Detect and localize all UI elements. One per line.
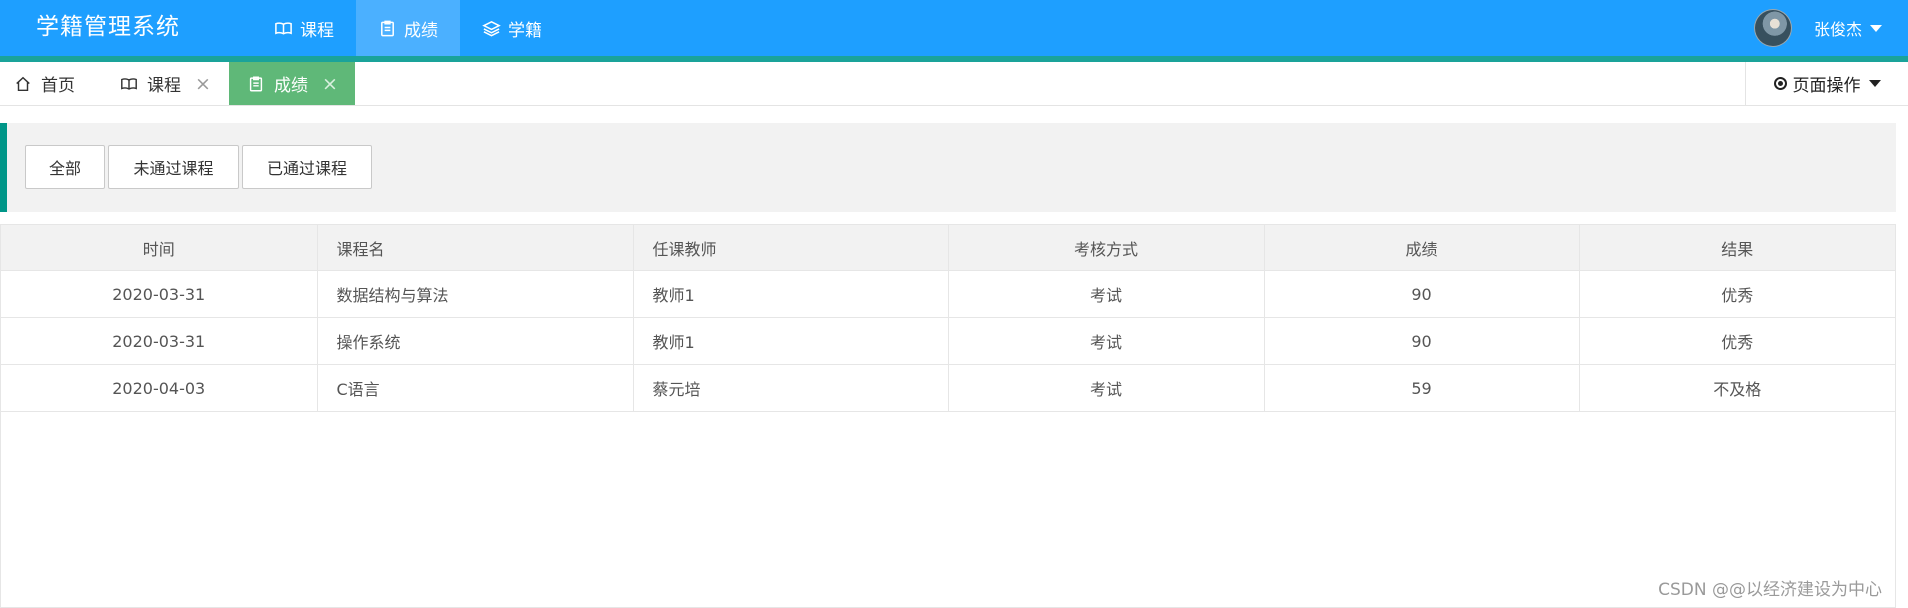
caret-down-icon [1868,80,1881,87]
cell-score: 59 [1264,364,1580,412]
cell-result: 不及格 [1579,364,1895,412]
cell-score: 90 [1264,270,1580,318]
cell-exam-method: 考试 [948,364,1265,412]
tab-grades[interactable]: 成绩 × [229,62,355,105]
filter-panel: 全部 未通过课程 已通过课程 [0,123,1896,212]
app-title: 学籍管理系统 [36,14,180,40]
page-operations-menu[interactable]: 页面操作 [1745,62,1908,105]
column-header-course[interactable]: 课程名 [317,225,634,271]
nav-item-course-label: 课程 [300,20,334,41]
filter-failed-button[interactable]: 未通过课程 [108,145,239,189]
avatar[interactable] [1753,9,1792,47]
nav-item-course[interactable]: 课程 [252,0,356,56]
tab-grades-label: 成绩 [274,76,308,96]
book-icon [275,21,292,35]
close-icon[interactable]: × [322,73,338,95]
cell-teacher: 教师1 [633,317,949,365]
cell-exam-method: 考试 [948,270,1265,318]
cell-score: 90 [1264,317,1580,365]
chevron-down-icon[interactable] [1870,24,1882,32]
cell-teacher: 教师1 [633,270,949,318]
layers-icon [482,20,501,36]
cell-time: 2020-04-03 [1,364,318,412]
clipboard-icon [381,20,394,36]
cell-result: 优秀 [1579,270,1895,318]
cell-teacher: 蔡元培 [633,364,949,412]
cell-course: 操作系统 [317,317,634,365]
cell-time: 2020-03-31 [1,317,318,365]
top-nav: 课程 成绩 学籍 [252,0,564,56]
top-header: 学籍管理系统 课程 成绩 学籍 张俊杰 [0,0,1908,56]
column-header-exam-method[interactable]: 考核方式 [948,225,1265,271]
cell-course: 数据结构与算法 [317,270,634,318]
user-menu[interactable]: 张俊杰 [1753,0,1882,56]
grades-table: 时间 课程名 任课教师 考核方式 成绩 结果 2020-03-31 数据结构与算… [0,224,1896,608]
cell-exam-method: 考试 [948,317,1265,365]
table-header-row: 时间 课程名 任课教师 考核方式 成绩 结果 [1,225,1895,271]
tab-course[interactable]: 课程 × [120,62,211,105]
home-icon [16,76,30,91]
filter-all-button[interactable]: 全部 [25,145,105,189]
target-icon [1773,77,1787,90]
table-row[interactable]: 2020-03-31 数据结构与算法 教师1 考试 90 优秀 [1,270,1895,318]
tab-home-label: 首页 [41,76,75,96]
cell-result: 优秀 [1579,317,1895,365]
user-name[interactable]: 张俊杰 [1814,16,1862,40]
table-row[interactable]: 2020-03-31 操作系统 教师1 考试 90 优秀 [1,317,1895,365]
column-header-result[interactable]: 结果 [1579,225,1895,271]
nav-item-grades-label: 成绩 [404,20,438,41]
cell-time: 2020-03-31 [1,270,318,318]
column-header-teacher[interactable]: 任课教师 [633,225,949,271]
page-operations-label: 页面操作 [1792,76,1861,96]
nav-item-grades[interactable]: 成绩 [356,0,460,56]
tab-home[interactable]: 首页 [14,62,75,105]
column-header-score[interactable]: 成绩 [1264,225,1580,271]
nav-item-enrollment-label: 学籍 [508,20,542,41]
nav-item-enrollment[interactable]: 学籍 [460,0,564,56]
clipboard-icon [249,76,263,91]
table-row[interactable]: 2020-04-03 C语言 蔡元培 考试 59 不及格 [1,364,1895,412]
tab-bar: 首页 课程 × 成绩 × 页面操作 [0,62,1908,106]
tab-course-label: 课程 [147,76,181,96]
column-header-time[interactable]: 时间 [1,225,318,271]
book-icon [121,77,137,90]
filter-passed-button[interactable]: 已通过课程 [242,145,372,189]
watermark: CSDN @@以经济建设为中心 [1658,580,1882,600]
close-icon[interactable]: × [195,73,211,95]
cell-course: C语言 [317,364,634,412]
